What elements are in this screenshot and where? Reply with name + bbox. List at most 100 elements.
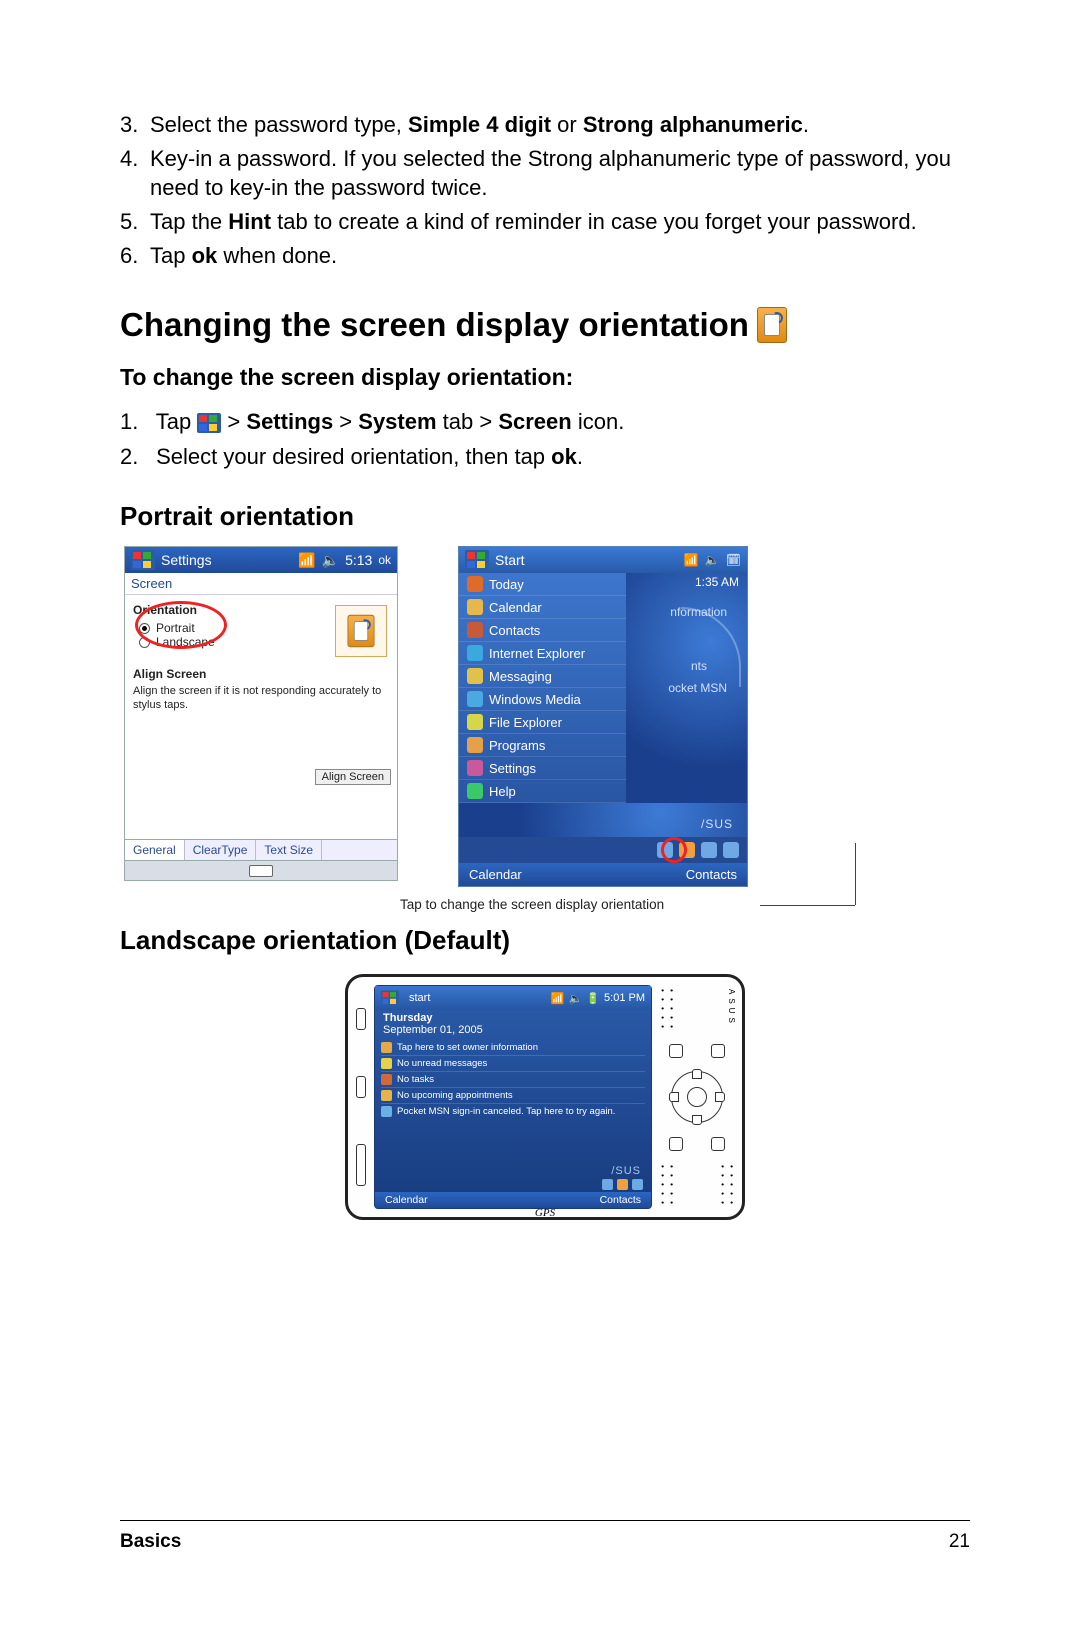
wm-titlebar: start 📶 🔈 🔋 5:01 PM [375,986,651,1010]
hw-button-icon [711,1137,725,1151]
softkey-bar: Calendar Contacts [375,1192,651,1208]
orient-step-2: 2. Select your desired orientation, then… [120,440,970,473]
start-item-calendar[interactable]: Calendar [459,596,626,619]
today-row-messages[interactable]: No unread messages [381,1055,645,1071]
wmp-icon [467,691,483,707]
start-menu-screenshot: Start 📶 🔈 🗓 Today Calendar Contacts Inte… [458,546,748,887]
side-button-icon [356,1008,366,1030]
align-screen-button[interactable]: Align Screen [315,769,391,785]
start-menu-list: Today Calendar Contacts Internet Explore… [459,573,626,803]
section-heading: Changing the screen display orientation [120,306,970,344]
side-button-icon [356,1144,366,1186]
speaker-grille-icon: • • • • •• • • • • [658,1165,676,1206]
start-item-messaging[interactable]: Messaging [459,665,626,688]
today-date: Thursday September 01, 2005 [375,1010,651,1038]
tab-text-size[interactable]: Text Size [256,840,322,860]
calendar-icon [467,599,483,615]
brand-label: ASUS [727,989,736,1027]
battery-icon: 🗓 [726,553,741,567]
wm-title-text: start [409,992,430,1004]
today-row-tasks[interactable]: No tasks [381,1071,645,1087]
keyboard-icon[interactable] [249,865,273,877]
clock-text: 5:13 [345,552,372,568]
tray-icon[interactable] [602,1179,613,1190]
today-icon [467,576,483,592]
battery-icon: 🔋 [586,992,600,1005]
step-5: 5.Tap the Hint tab to create a kind of r… [120,207,970,237]
dpad-icon [671,1071,723,1123]
speaker-grille-icon: • • • • •• • • • • [658,989,676,1030]
tab-general[interactable]: General [125,840,185,860]
start-item-today[interactable]: Today [459,573,626,596]
softkey-left[interactable]: Calendar [469,867,522,882]
tray-icon[interactable] [632,1179,643,1190]
msn-icon [381,1106,392,1117]
hw-button-icon [711,1044,725,1058]
asus-logo: /SUS [375,1165,651,1177]
start-item-help[interactable]: Help [459,780,626,803]
tray-icon[interactable] [723,842,739,858]
start-item-wmp[interactable]: Windows Media [459,688,626,711]
programs-icon [467,737,483,753]
tab-cleartype[interactable]: ClearType [185,840,257,860]
windows-flag-icon [465,550,489,570]
settings-screen-screenshot: Settings 📶 🔈 5:13 ok Screen Orientation … [124,546,398,881]
settings-icon [467,760,483,776]
wm-titlebar: Settings 📶 🔈 5:13 ok [125,547,397,573]
device-screen: start 📶 🔈 🔋 5:01 PM Thursday September 0… [374,985,652,1209]
today-row-appts[interactable]: No upcoming appointments [381,1087,645,1103]
rotate-device-icon [757,307,787,343]
screenshots-row: Settings 📶 🔈 5:13 ok Screen Orientation … [124,546,970,887]
today-row-msn[interactable]: Pocket MSN sign-in canceled. Tap here to… [381,1103,645,1119]
rotate-device-icon [348,615,375,647]
footer-section: Basics [120,1531,181,1553]
windows-flag-icon [197,413,221,433]
speaker-icon: 🔈 [705,553,720,567]
signal-icon: 📶 [298,552,315,569]
file-explorer-icon [467,714,483,730]
wm-subtitle: Screen [125,573,397,595]
softkey-bar: Calendar Contacts [459,863,747,886]
hw-button-icon [669,1044,683,1058]
windows-flag-icon [131,550,155,570]
step-6: 6.Tap ok when done. [120,241,970,271]
wm-title-text: Settings [161,552,212,568]
softkey-right[interactable]: Contacts [686,867,737,882]
device-side-buttons [354,985,368,1209]
start-item-programs[interactable]: Programs [459,734,626,757]
device-right-panel: • • • • •• • • • • ASUS • • • • •• • • •… [658,985,736,1209]
messaging-icon [467,668,483,684]
wm-titlebar: Start 📶 🔈 🗓 [459,547,747,573]
wm-title-text: Start [495,552,525,568]
gps-label: GPS [535,1207,555,1219]
wm-sip-bar [125,860,397,880]
help-icon [467,783,483,799]
speaker-icon: 🔈 [322,552,339,569]
start-item-contacts[interactable]: Contacts [459,619,626,642]
highlight-circle-icon [661,837,687,863]
tray-icon[interactable] [701,842,717,858]
ok-button[interactable]: ok [378,553,391,567]
tray-icon[interactable] [617,1179,628,1190]
hw-button-icon [669,1137,683,1151]
wm-tabs: General ClearType Text Size [125,839,397,860]
wm-body: Orientation Portrait Landscape Align Scr… [125,595,397,839]
step-4: 4.Key-in a password. If you selected the… [120,144,970,203]
orient-step-1: 1. Tap > Settings > System tab > Screen … [120,405,970,438]
start-item-ie[interactable]: Internet Explorer [459,642,626,665]
mail-icon [381,1058,392,1069]
align-screen-label: Align Screen [133,667,389,681]
start-item-file-explorer[interactable]: File Explorer [459,711,626,734]
today-rows: Tap here to set owner information No unr… [375,1038,651,1167]
start-item-settings[interactable]: Settings [459,757,626,780]
rotate-preview-button[interactable] [335,605,387,657]
softkey-left[interactable]: Calendar [385,1194,428,1206]
today-row-owner[interactable]: Tap here to set owner information [381,1040,645,1055]
system-tray [459,837,747,863]
leader-line-icon [855,843,856,905]
device-illustration: start 📶 🔈 🔋 5:01 PM Thursday September 0… [345,974,745,1220]
change-orientation-steps: 1. Tap > Settings > System tab > Screen … [120,405,970,473]
softkey-right[interactable]: Contacts [600,1194,641,1206]
speaker-icon: 🔈 [569,992,583,1005]
footer-page-number: 21 [949,1531,970,1553]
